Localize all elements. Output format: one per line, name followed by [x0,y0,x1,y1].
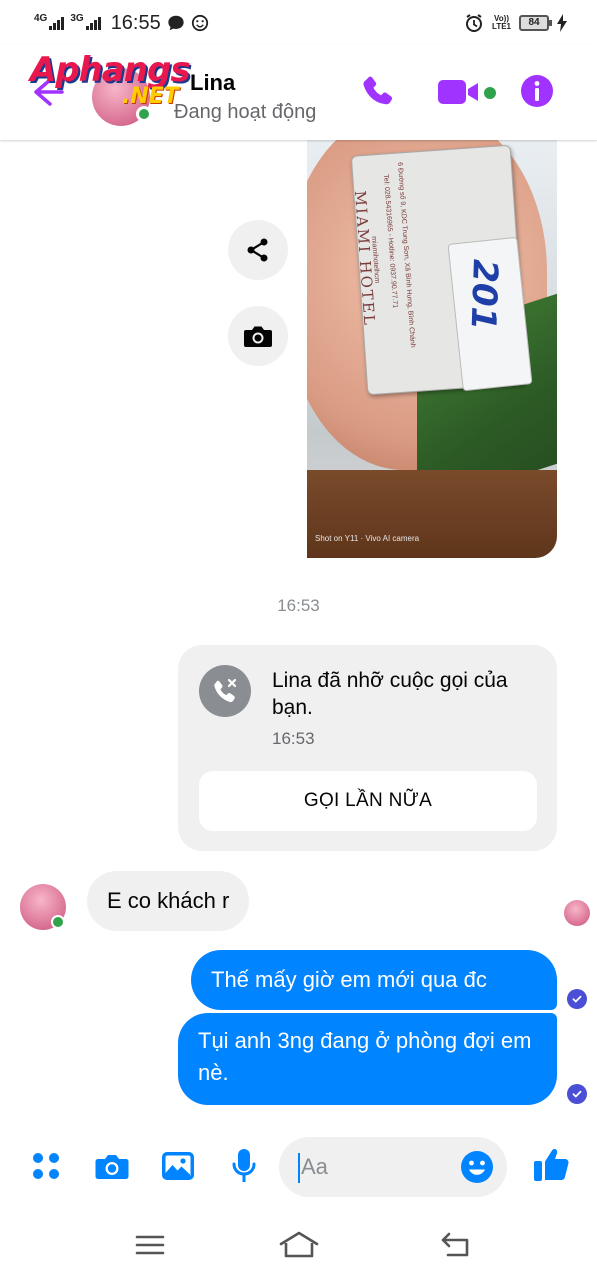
contact-name[interactable]: Lina [190,70,235,96]
sender-online-indicator [51,915,65,929]
online-indicator [136,106,152,122]
smiley-notification-icon [191,14,208,32]
missed-call-text: Lina đã nhỡ cuộc gọi của bạn. [272,669,508,719]
info-icon[interactable] [520,74,554,108]
signal-4g-icon: 4G [34,12,65,30]
photo-floor [307,470,557,558]
video-active-dot [484,87,496,99]
charging-icon [557,14,567,32]
room-number: 201 [462,258,505,331]
volte-icon: Vo)) LTE1 [492,15,511,31]
back-arrow-icon[interactable] [28,72,68,112]
back-icon[interactable] [440,1230,472,1260]
message-timestamp: 16:53 [277,596,320,615]
video-call-icon[interactable] [436,74,480,110]
delivered-check-icon [567,1084,587,1104]
shared-photo[interactable]: MIAMI HOTEL 6 Đường số 9, KDC Trung Sơn,… [307,140,557,558]
delivered-check-icon [567,989,587,1009]
missed-call-card: Lina đã nhỡ cuộc gọi của bạn. 16:53 GỌI … [178,645,557,851]
camera-reply-button[interactable] [228,306,288,366]
camera-watermark: Shot on Y11 · Vivo AI camera [315,534,420,543]
camera-icon[interactable] [94,1148,130,1184]
message-bubble-icon [168,15,184,31]
network-type-2: 3G [70,12,84,24]
voice-call-icon[interactable] [360,74,396,110]
outgoing-message[interactable]: Tụi anh 3ng đang ở phòng đợi em nè. [178,1013,557,1105]
missed-call-icon [199,665,251,717]
emoji-icon[interactable] [460,1150,494,1184]
share-button[interactable] [228,220,288,280]
camera-icon [244,326,272,347]
share-icon [247,238,268,262]
text-caret [298,1153,300,1183]
recent-apps-icon[interactable] [134,1230,166,1260]
system-nav-bar [0,1210,597,1280]
gallery-icon[interactable] [160,1148,196,1184]
thumbs-up-icon[interactable] [532,1144,572,1184]
network-type-1: 4G [34,12,48,24]
status-bar: 4G 3G 16:55 Vo)) LTE1 84 [0,0,597,44]
seen-receipt-avatar [564,900,590,926]
clock: 16:55 [110,11,161,34]
active-status: Đang hoạt động [174,101,317,123]
incoming-message[interactable]: E co khách r [87,871,250,931]
message-list[interactable]: MIAMI HOTEL 6 Đường số 9, KDC Trung Sơn,… [0,140,597,1128]
alarm-icon [466,14,483,32]
home-icon[interactable] [278,1230,320,1260]
volte-bottom: LTE1 [492,22,511,31]
missed-call-time: 16:53 [272,729,315,748]
signal-3g-icon: 3G [70,12,101,30]
outgoing-message[interactable]: Thế mấy giờ em mới qua đc [191,950,557,1010]
more-actions-icon[interactable] [28,1148,64,1184]
microphone-icon[interactable] [226,1148,262,1184]
battery-icon: 84 [519,15,552,31]
composer-bar [0,1128,597,1210]
conversation-header: Lina Đang hoạt động Aphangs .NET [0,44,597,140]
call-again-button[interactable]: GỌI LẦN NỮA [199,771,537,831]
